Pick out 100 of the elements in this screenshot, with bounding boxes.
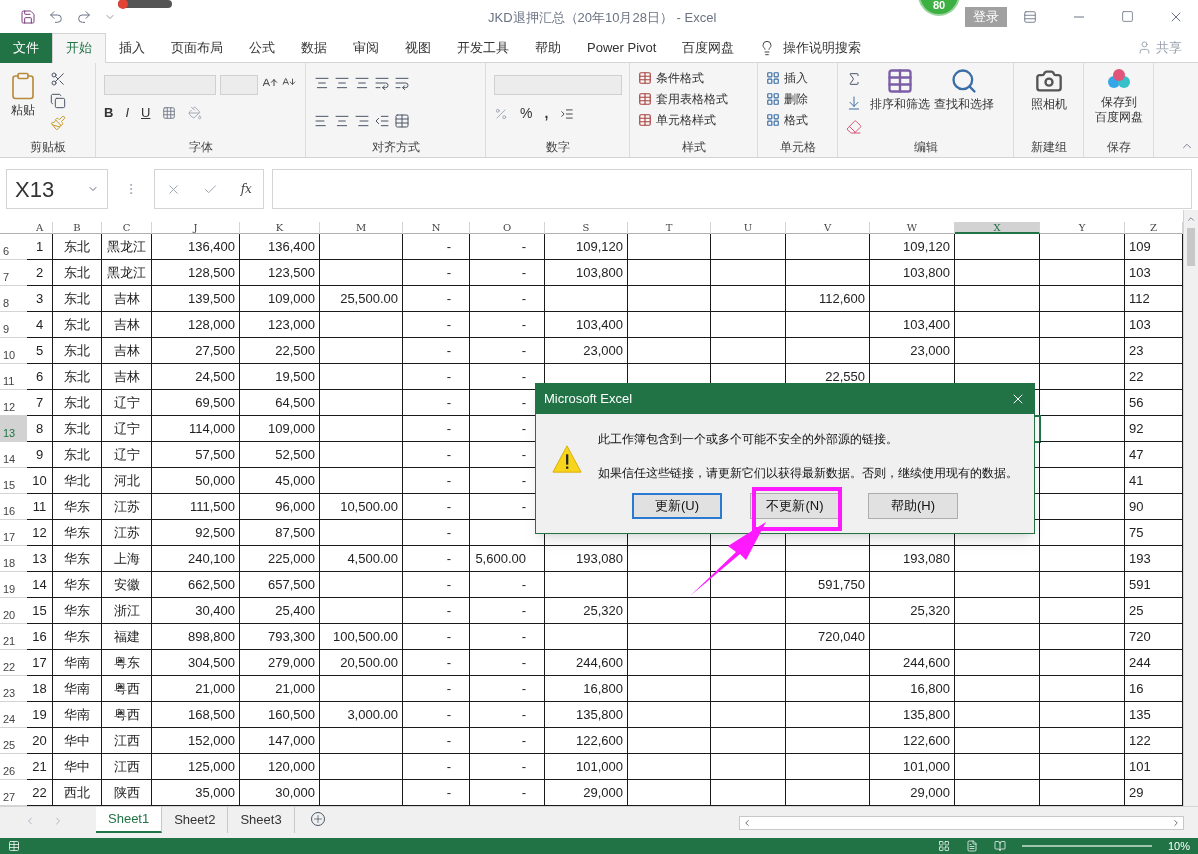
column-header[interactable]: X	[955, 222, 1040, 234]
column-header[interactable]: S	[545, 222, 628, 234]
column-header[interactable]: N	[403, 222, 470, 234]
currency-icon[interactable]	[494, 106, 508, 121]
align-right-icon[interactable]	[354, 113, 370, 129]
dialog-button[interactable]: 不更新(N)	[750, 493, 840, 519]
dialog-button[interactable]: 更新(U)	[632, 493, 722, 519]
fill-icon[interactable]	[846, 95, 862, 111]
formula-field[interactable]	[272, 169, 1192, 209]
save-to-cloud-button[interactable]: 保存到 百度网盘	[1094, 67, 1143, 139]
align-center-icon[interactable]	[334, 113, 350, 129]
comma-button[interactable]: ,	[544, 103, 549, 124]
vertical-scrollbar[interactable]	[1183, 210, 1198, 806]
autosum-icon[interactable]	[846, 71, 862, 87]
macro-record-icon[interactable]	[8, 840, 20, 852]
name-box[interactable]: X13	[6, 169, 108, 209]
horizontal-scrollbar[interactable]	[739, 816, 1184, 830]
table-cell: 136,400	[240, 234, 320, 260]
cut-icon[interactable]	[50, 71, 66, 87]
align-top-icon[interactable]	[314, 75, 330, 91]
column-header[interactable]: B	[53, 222, 102, 234]
scroll-right-icon[interactable]	[1171, 818, 1181, 828]
ribbon-tab[interactable]: 插入	[106, 32, 158, 63]
tell-me-search[interactable]: 操作说明搜索	[783, 37, 862, 58]
column-header[interactable]: M	[320, 222, 403, 234]
column-header[interactable]: J	[152, 222, 240, 234]
column-header[interactable]: C	[102, 222, 152, 234]
percent-button[interactable]: %	[520, 103, 533, 124]
dialog-button[interactable]: 帮助(H)	[868, 493, 958, 519]
format-painter-icon[interactable]	[50, 115, 66, 131]
sheet-tab[interactable]: Sheet1	[96, 807, 163, 833]
scroll-left-icon[interactable]	[742, 818, 752, 828]
ribbon-display-icon[interactable]	[1023, 9, 1037, 24]
redo-icon[interactable]	[76, 8, 92, 25]
scroll-up-icon[interactable]	[1186, 214, 1196, 224]
column-header[interactable]: V	[786, 222, 870, 234]
table-cell: 辽宁	[102, 390, 152, 416]
share-icon[interactable]	[1137, 40, 1152, 55]
borders-icon[interactable]	[162, 105, 177, 120]
ribbon-tab[interactable]: 视图	[392, 32, 444, 63]
wrap-text-icon[interactable]	[394, 75, 410, 91]
sheet-tab[interactable]: Sheet3	[228, 807, 295, 833]
column-header[interactable]: U	[711, 222, 786, 234]
normal-view-icon[interactable]	[937, 840, 950, 852]
column-header[interactable]: Y	[1040, 222, 1125, 234]
increase-decimal-icon[interactable]	[560, 106, 575, 121]
ribbon-tab[interactable]: 百度网盘	[669, 32, 748, 63]
align-bottom-icon[interactable]	[354, 75, 370, 91]
column-header[interactable]: O	[470, 222, 545, 234]
scroll-thumb[interactable]	[1187, 228, 1195, 266]
zoom-level[interactable]: 10%	[1167, 838, 1190, 854]
styles-menu-button[interactable]: 单元格样式	[638, 111, 728, 129]
table-cell: 10	[27, 468, 53, 494]
number-format-field[interactable]	[494, 75, 622, 95]
ribbon-tab[interactable]: 开发工具	[444, 32, 522, 63]
ribbon-tab[interactable]: 审阅	[340, 32, 392, 63]
save-icon[interactable]	[20, 8, 36, 25]
styles-menu-button[interactable]: 条件格式	[638, 69, 728, 87]
align-left-icon[interactable]	[314, 113, 330, 129]
ribbon-tab[interactable]: 公式	[236, 32, 288, 63]
font-name-field[interactable]	[104, 75, 216, 95]
find-select-button[interactable]: 查找和选择	[934, 67, 994, 139]
clear-icon[interactable]	[846, 119, 862, 135]
ribbon-tab[interactable]: 帮助	[522, 32, 574, 63]
decrease-indent-icon[interactable]	[374, 113, 390, 129]
file-menu[interactable]: 文件	[0, 32, 52, 63]
sheet-tab[interactable]: Sheet2	[162, 807, 229, 833]
undo-icon[interactable]	[48, 8, 64, 25]
cells-menu-button[interactable]: 格式	[766, 111, 808, 129]
page-break-icon[interactable]	[993, 840, 1006, 852]
column-header[interactable]: T	[628, 222, 711, 234]
font-size-field[interactable]	[220, 75, 258, 95]
ribbon-tab[interactable]: 数据	[288, 32, 340, 63]
insert-function-button[interactable]: fx	[240, 180, 252, 198]
camera-button[interactable]: 照相机	[1030, 67, 1067, 139]
page-layout-icon[interactable]	[965, 840, 978, 852]
maximize-icon[interactable]	[1121, 10, 1134, 23]
ribbon-tab[interactable]: 开始	[52, 32, 106, 63]
underline-button[interactable]: U	[141, 103, 151, 123]
ribbon-tab[interactable]: Power Pivot	[574, 32, 670, 63]
paste-button[interactable]: 粘贴	[8, 67, 38, 139]
column-header[interactable]: K	[240, 222, 320, 234]
table-cell: 7	[27, 390, 53, 416]
italic-button[interactable]: I	[125, 103, 129, 123]
row-header[interactable]: 13	[0, 416, 27, 442]
ribbon-tab[interactable]: 页面布局	[158, 32, 236, 63]
orientation-icon[interactable]	[374, 75, 390, 91]
sort-filter-button[interactable]: 排序和筛选	[870, 67, 930, 139]
bold-button[interactable]: B	[104, 103, 114, 123]
align-middle-icon[interactable]	[334, 75, 350, 91]
copy-icon[interactable]	[50, 93, 66, 109]
column-header[interactable]: A	[27, 222, 53, 234]
group-label: 字体	[187, 139, 214, 155]
styles-menu-button[interactable]: 套用表格格式	[638, 90, 728, 108]
table-cell: 122,600	[870, 728, 955, 754]
cells-menu-button[interactable]: 插入	[766, 69, 808, 87]
fill-color-icon[interactable]	[188, 105, 203, 120]
cells-menu-button[interactable]: 删除	[766, 90, 808, 108]
merge-cells-icon[interactable]	[394, 113, 410, 129]
table-cell: 193,080	[870, 546, 955, 572]
